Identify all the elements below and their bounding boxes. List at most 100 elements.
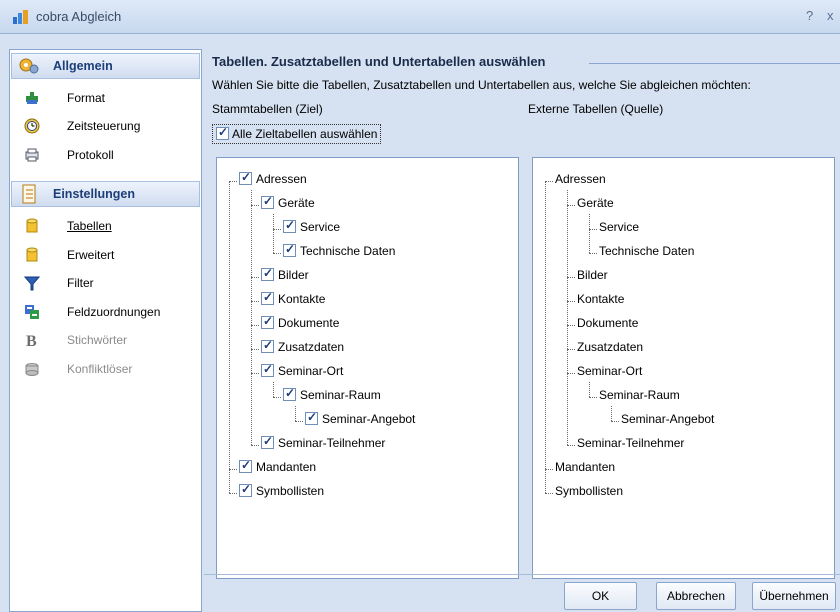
checkbox-checked-icon[interactable] xyxy=(239,482,252,497)
checkbox-checked-icon[interactable] xyxy=(283,386,296,401)
tree-connector xyxy=(229,181,230,469)
tree-node[interactable]: Mandanten xyxy=(239,458,317,478)
tree-node-label: Seminar-Teilnehmer xyxy=(577,436,685,450)
section-label: Allgemein xyxy=(53,59,113,73)
tree-node-label: Symbollisten xyxy=(555,484,624,498)
tree-node[interactable]: Geräte xyxy=(261,194,315,214)
tree-node-label: Dokumente xyxy=(577,316,639,330)
tree-connector xyxy=(567,325,575,326)
checkbox-checked-icon[interactable] xyxy=(283,218,296,233)
checkbox-checked-icon[interactable] xyxy=(261,362,274,377)
checkbox-checked-icon[interactable] xyxy=(305,410,318,425)
database-icon xyxy=(26,247,38,262)
tree-node[interactable]: Dokumente xyxy=(261,314,339,334)
sidebar-item-feldzuordnungen[interactable]: Feldzuordnungen xyxy=(11,301,200,325)
tree-node[interactable]: Seminar-Ort xyxy=(577,364,642,382)
sidebar-item-konfliktloeser[interactable]: Konfliktlöser xyxy=(11,358,200,382)
tree-node[interactable]: Seminar-Raum xyxy=(283,386,381,406)
tree-node[interactable]: Zusatzdaten xyxy=(261,338,345,358)
target-tree[interactable]: Adressen Geräte Service Technische Daten Bil… xyxy=(216,157,519,579)
tree-node[interactable]: Seminar-Ort xyxy=(261,362,343,382)
apply-button[interactable]: Übernehmen xyxy=(752,582,836,610)
sidebar-item-stichwoerter[interactable]: B Stichwörter xyxy=(11,329,200,353)
tree-node[interactable]: Kontakte xyxy=(261,290,325,310)
tree-node[interactable]: Mandanten xyxy=(555,460,615,478)
sidebar-item-erweitert[interactable]: Erweitert xyxy=(11,244,200,268)
checkbox-checked-icon[interactable] xyxy=(261,266,274,281)
tree-node[interactable]: Bilder xyxy=(261,266,309,286)
help-button[interactable]: ? xyxy=(806,8,813,23)
tree-node-label: Kontakte xyxy=(577,292,625,306)
tree-node[interactable]: Adressen xyxy=(239,170,307,190)
tree-connector xyxy=(589,229,590,253)
checkbox-checked-icon[interactable] xyxy=(261,314,274,329)
checkbox-checked-icon[interactable] xyxy=(261,290,274,305)
tree-connector xyxy=(589,253,597,254)
conflict-icon xyxy=(25,363,39,376)
cancel-button[interactable]: Abbrechen xyxy=(656,582,736,610)
section-einstellungen[interactable]: Einstellungen xyxy=(11,181,200,207)
tree-node-label: Zusatzdaten xyxy=(278,340,345,354)
field-mapping-icon xyxy=(25,305,39,319)
sidebar-item-tabellen[interactable]: Tabellen xyxy=(11,215,200,239)
tree-node[interactable]: Service xyxy=(283,218,340,238)
source-tree[interactable]: Adressen Geräte Service Technische Daten Bil… xyxy=(532,157,835,579)
tree-node[interactable]: Seminar-Teilnehmer xyxy=(577,436,684,454)
tree-node[interactable]: Seminar-Angebot xyxy=(621,412,714,430)
sidebar-item-format[interactable]: Format xyxy=(11,87,200,111)
tree-connector xyxy=(589,229,597,230)
tree-connector xyxy=(229,493,237,494)
select-all-checkbox[interactable]: Alle Zieltabellen auswählen xyxy=(212,124,382,144)
tree-node[interactable]: Technische Daten xyxy=(599,244,694,262)
tree-node[interactable]: Service xyxy=(599,220,639,238)
tree-node[interactable]: Kontakte xyxy=(577,292,624,310)
checkbox-checked-icon[interactable] xyxy=(261,434,274,449)
svg-text:B: B xyxy=(26,333,37,348)
tree-connector xyxy=(251,325,252,349)
checkbox-checked-icon[interactable] xyxy=(261,194,274,209)
sidebar-item-filter[interactable]: Filter xyxy=(11,272,200,296)
checkbox-checked-icon[interactable] xyxy=(261,338,274,353)
tree-connector xyxy=(273,253,281,254)
tree-connector xyxy=(567,205,568,277)
tree-connector xyxy=(545,469,553,470)
tree-connector xyxy=(589,382,590,397)
tree-node-label: Seminar-Teilnehmer xyxy=(278,436,386,450)
section-allgemein[interactable]: Allgemein xyxy=(11,53,200,79)
checkbox-checked-icon[interactable] xyxy=(239,458,252,473)
tree-node[interactable]: Zusatzdaten xyxy=(577,340,643,358)
checkbox-checked-icon[interactable] xyxy=(283,242,296,257)
tree-node[interactable]: Dokumente xyxy=(577,316,638,334)
tree-node[interactable]: Geräte xyxy=(577,196,614,214)
tree-node[interactable]: Adressen xyxy=(555,172,606,190)
sidebar-item-label: Tabellen xyxy=(67,219,112,233)
tree-connector xyxy=(611,406,612,421)
tree-node-label: Bilder xyxy=(577,268,608,282)
tree-node[interactable]: Seminar-Teilnehmer xyxy=(261,434,386,454)
tree-node[interactable]: Symbollisten xyxy=(555,484,623,502)
tree-connector xyxy=(229,469,230,493)
sidebar-item-protokoll[interactable]: Protokoll xyxy=(11,144,200,168)
tree-node[interactable]: Technische Daten xyxy=(283,242,395,262)
tree-node[interactable]: Seminar-Raum xyxy=(599,388,680,406)
tree-connector xyxy=(229,469,237,470)
tree-node-label: Adressen xyxy=(256,172,307,186)
tree-connector xyxy=(251,349,252,373)
tree-node[interactable]: Seminar-Angebot xyxy=(305,410,415,430)
tree-node-label: Seminar-Raum xyxy=(300,388,381,402)
filter-icon xyxy=(24,276,40,291)
tree-connector xyxy=(251,373,252,445)
sidebar-item-zeitsteuerung[interactable]: Zeitsteuerung xyxy=(11,115,200,139)
close-button[interactable]: x xyxy=(827,8,834,23)
tree-node-label: Zusatzdaten xyxy=(577,340,644,354)
ok-button[interactable]: OK xyxy=(564,582,637,610)
database-icon xyxy=(26,218,38,233)
tree-node[interactable]: Symbollisten xyxy=(239,482,324,502)
tree-node-label: Service xyxy=(599,220,640,234)
window-title: cobra Abgleich xyxy=(36,9,122,24)
tree-node[interactable]: Bilder xyxy=(577,268,608,286)
protocol-icon xyxy=(25,148,39,162)
tree-connector xyxy=(567,277,568,301)
tree-node-label: Mandanten xyxy=(256,460,317,474)
checkbox-checked-icon[interactable] xyxy=(239,170,252,185)
